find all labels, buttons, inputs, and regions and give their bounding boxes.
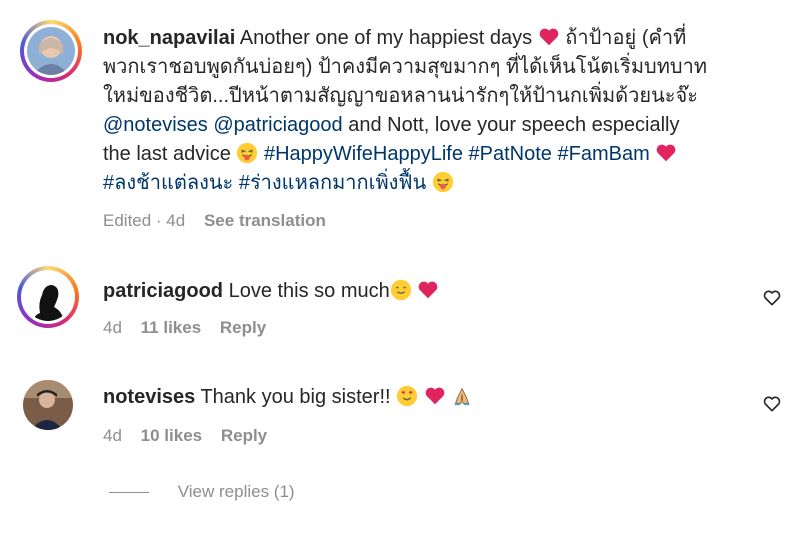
tongue-emoji-icon <box>237 142 258 164</box>
comment-patriciagood: patriciagood Love this so much <box>103 277 439 306</box>
mention-patriciagood[interactable]: @patriciagood <box>213 114 342 136</box>
heart-eyes-emoji-icon <box>397 385 418 407</box>
post-edited-time: Edited · 4d <box>103 211 186 230</box>
comment-time: 4d <box>103 318 122 337</box>
reply-button[interactable]: Reply <box>220 318 266 337</box>
reply-button[interactable]: Reply <box>221 426 267 445</box>
comment-notevises: notevises Thank you big sister!! <box>103 383 473 412</box>
caption-text-2: ถ้าป้าอยู่ (คำที่ <box>565 27 687 49</box>
replies-divider <box>109 492 149 494</box>
comment-likes[interactable]: 10 likes <box>141 426 202 445</box>
like-heart-icon[interactable] <box>762 288 782 308</box>
view-replies-button[interactable]: View replies (1) <box>178 482 295 501</box>
comment-time: 4d <box>103 426 122 445</box>
caption-text-1: Another one of my happiest days <box>239 27 533 49</box>
caption-text-6: the last advice <box>103 143 231 165</box>
smiling-hug-emoji-icon <box>390 279 411 301</box>
red-heart-emoji-icon <box>539 28 559 46</box>
caption-text-5: and Nott, love your speech especially <box>348 114 680 136</box>
comment-likes[interactable]: 11 likes <box>141 318 202 337</box>
post-meta: Edited · 4d See translation <box>103 211 340 231</box>
comment-meta: 4d 11 likes Reply <box>103 318 280 338</box>
red-heart-emoji-icon <box>425 387 445 405</box>
post-username[interactable]: nok_napavilai <box>103 27 235 49</box>
post-author-avatar[interactable] <box>20 20 82 82</box>
commenter-avatar-notevises[interactable] <box>23 380 73 430</box>
caption-text-3: พวกเราชอบพูดกันบ่อยๆ) ป้าคงมีความสุขมากๆ… <box>103 56 708 78</box>
see-translation-button[interactable]: See translation <box>204 211 326 230</box>
view-replies[interactable]: View replies (1) <box>109 482 295 502</box>
hashtags-2[interactable]: #ลงช้าแต่ลงนะ #ร่างแหลกมากเพิ่งฟื้น <box>103 172 426 194</box>
folded-hands-emoji-icon <box>454 387 470 406</box>
caption-text-4: ใหม่ของชีวิต...ปีหน้าตามสัญญาขอหลานน่ารั… <box>103 85 698 107</box>
commenter-avatar-patriciagood[interactable] <box>17 266 79 328</box>
tongue-emoji-icon <box>432 171 453 193</box>
red-heart-emoji-icon <box>656 144 676 162</box>
red-heart-emoji-icon <box>418 281 438 299</box>
like-heart-icon[interactable] <box>762 394 782 414</box>
comment-meta: 4d 10 likes Reply <box>103 426 281 446</box>
hashtags-1[interactable]: #HappyWifeHappyLife #PatNote #FamBam <box>264 143 650 165</box>
comment-username[interactable]: notevises <box>103 386 195 408</box>
post-caption: nok_napavilai Another one of my happiest… <box>103 24 743 198</box>
mention-notevises[interactable]: @notevises <box>103 114 208 136</box>
comment-username[interactable]: patriciagood <box>103 280 223 302</box>
comment-text: Love this so much <box>228 280 390 302</box>
comment-text: Thank you big sister!! <box>200 386 391 408</box>
